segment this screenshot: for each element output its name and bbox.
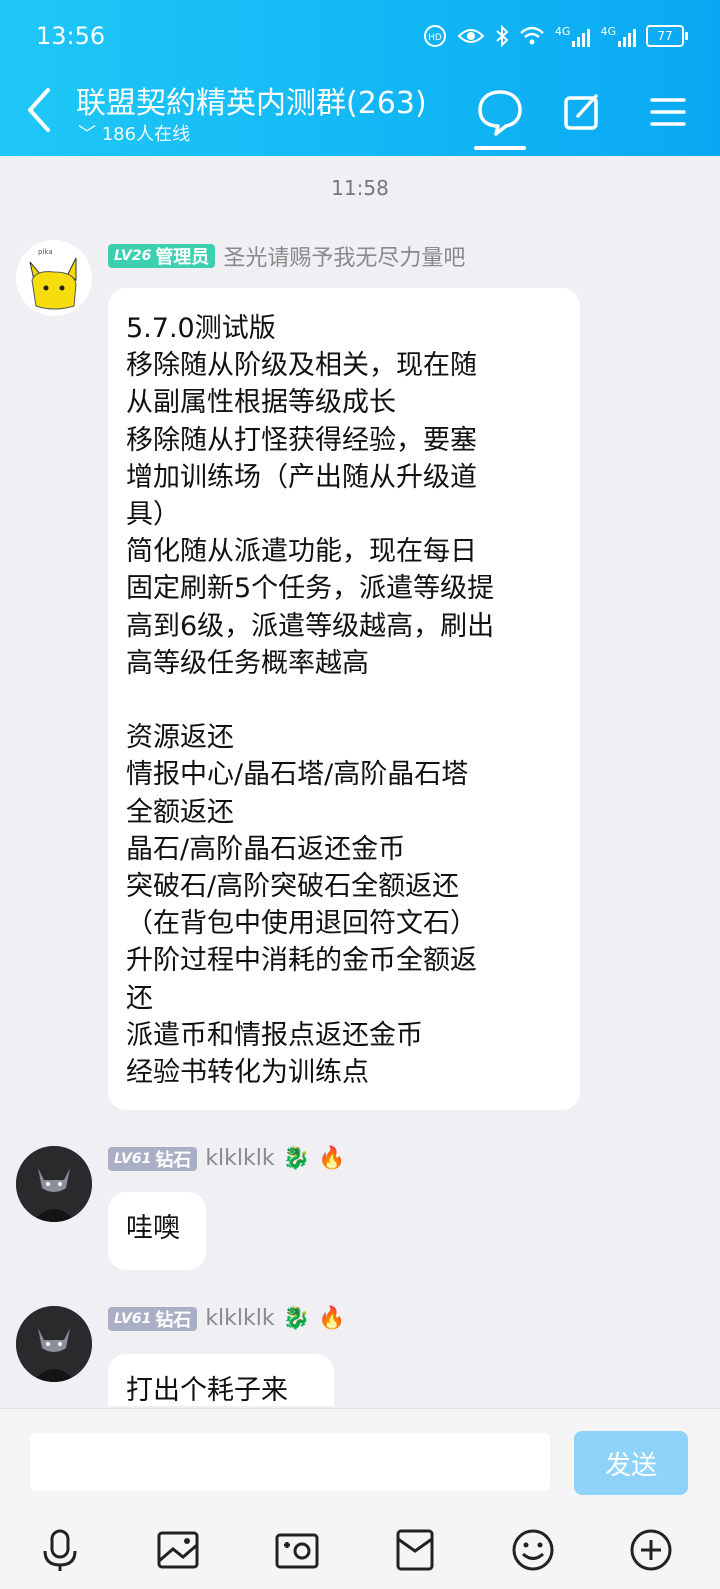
dragon-icon: 🐉 xyxy=(282,1146,311,1171)
cat-avatar-icon xyxy=(16,1146,92,1222)
sender-name[interactable]: 圣光请赐予我无尽力量吧 xyxy=(223,240,465,272)
status-icons: HD 4G 4G 77 xyxy=(423,24,688,48)
signal-icon-1: 4G xyxy=(555,25,591,47)
cat-avatar-icon xyxy=(16,1306,92,1382)
back-icon[interactable] xyxy=(18,80,66,140)
input-toolbar xyxy=(0,1515,720,1585)
active-tab-indicator xyxy=(474,146,526,150)
bluetooth-icon xyxy=(496,24,509,48)
wifi-icon xyxy=(520,26,544,45)
avatar-member[interactable] xyxy=(16,1306,92,1382)
microphone-icon[interactable] xyxy=(35,1525,85,1575)
sender-line-member: LV61 钻石 klklklk 🐉 🔥 xyxy=(108,1146,345,1171)
hd-call-icon: HD xyxy=(423,25,446,47)
image-icon[interactable] xyxy=(153,1525,203,1575)
red-packet-icon[interactable] xyxy=(390,1525,440,1575)
send-button[interactable]: 发送 xyxy=(574,1431,688,1495)
group-title[interactable]: 联盟契約精英内测群(263) xyxy=(76,78,427,122)
message-input[interactable] xyxy=(30,1433,550,1491)
battery-icon: 77 xyxy=(646,25,688,47)
dragon-icon: 🐉 xyxy=(282,1306,311,1331)
message-bubble[interactable]: 打出个耗子来 xyxy=(108,1354,334,1406)
sender-name[interactable]: klklklk xyxy=(205,1306,274,1331)
pikachu-avatar-icon: pika xyxy=(16,240,92,316)
sender-line-admin: LV26 管理员 圣光请赐予我无尽力量吧 xyxy=(108,240,465,272)
sender-name[interactable]: klklklk xyxy=(205,1146,274,1171)
header: 13:56 HD 4G 4G 77 联盟契約精英内测群(263) ﹀ 186人在… xyxy=(0,0,720,156)
online-count[interactable]: ﹀ 186人在线 xyxy=(78,120,190,146)
status-time: 13:56 xyxy=(36,22,106,50)
member-badge: LV61 钻石 xyxy=(108,1146,198,1171)
message-bubble[interactable]: 哇噢 xyxy=(108,1192,206,1270)
fire-icon: 🔥 xyxy=(318,1306,346,1331)
signal-icon-2: 4G xyxy=(600,25,636,47)
emoji-icon[interactable] xyxy=(508,1525,558,1575)
plus-icon[interactable] xyxy=(626,1525,676,1575)
message-timestamp: 11:58 xyxy=(331,176,389,200)
input-area: 发送 xyxy=(0,1408,720,1589)
eye-icon xyxy=(457,29,485,43)
avatar-member[interactable] xyxy=(16,1146,92,1222)
chat-bubble-icon[interactable] xyxy=(472,84,528,140)
admin-badge: LV26 管理员 xyxy=(108,244,216,268)
camera-icon[interactable] xyxy=(272,1525,322,1575)
sender-line-member: LV61 钻石 klklklk 🐉 🔥 xyxy=(108,1306,345,1331)
chevron-down-icon: ﹀ xyxy=(78,124,96,145)
title-bar: 联盟契約精英内测群(263) ﹀ 186人在线 xyxy=(0,78,720,156)
fire-icon: 🔥 xyxy=(318,1146,346,1171)
member-badge: LV61 钻石 xyxy=(108,1306,198,1331)
message-bubble[interactable]: 5.7.0测试版 移除随从阶级及相关，现在随 从副属性根据等级成长 移除随从打怪… xyxy=(108,288,580,1110)
status-bar: 13:56 HD 4G 4G 77 xyxy=(0,0,720,76)
svg-text:pika: pika xyxy=(38,248,53,256)
svg-text:HD: HD xyxy=(428,33,442,43)
edit-icon[interactable] xyxy=(554,84,610,140)
online-label: 186人在线 xyxy=(101,124,191,145)
chat-area[interactable]: 11:58 pika LV26 管理员 圣光请赐予我无尽力量吧 5.7.0测试版 … xyxy=(0,156,720,1406)
menu-icon[interactable] xyxy=(640,84,696,140)
avatar-admin[interactable]: pika xyxy=(16,240,92,316)
